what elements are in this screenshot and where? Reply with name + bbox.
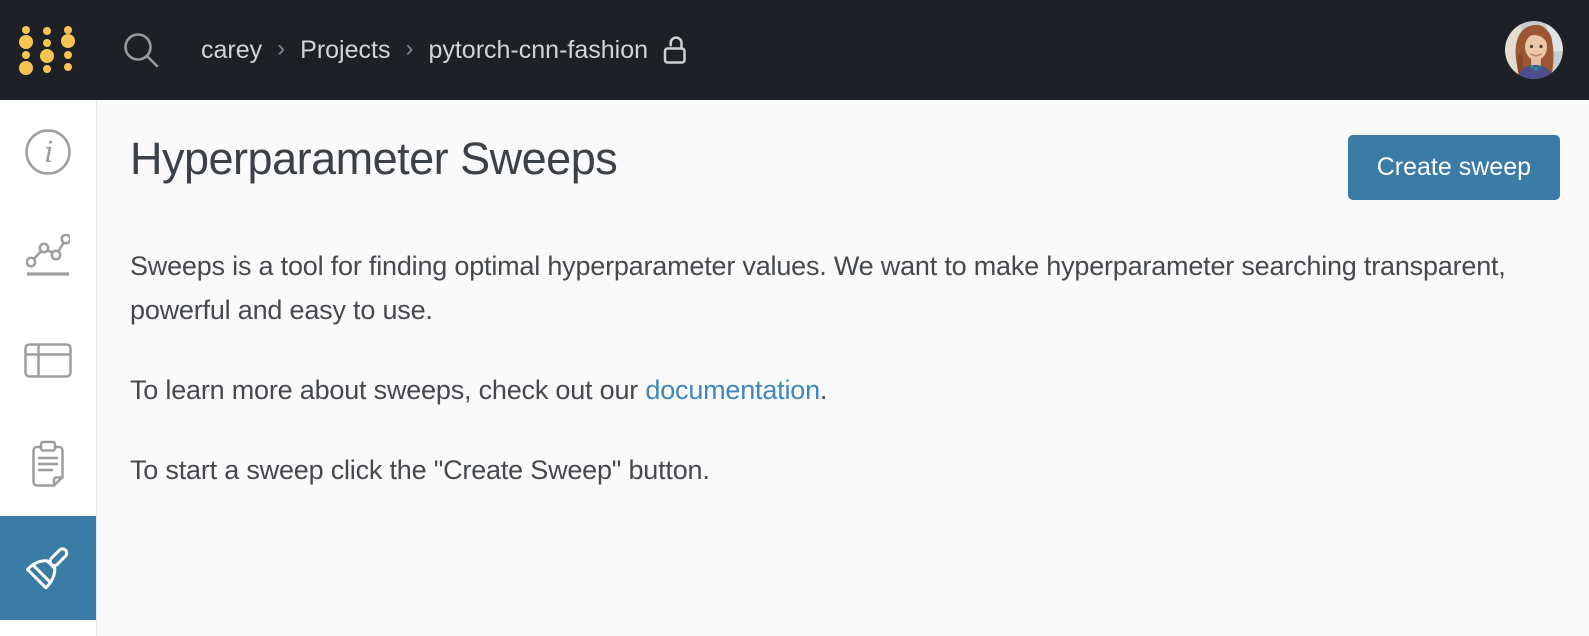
sidebar-item-overview[interactable]: i	[0, 100, 96, 204]
breadcrumb-separator: ›	[277, 35, 286, 62]
sidebar-item-charts[interactable]	[0, 204, 96, 308]
page-title: Hyperparameter Sweeps	[130, 133, 618, 184]
documentation-link[interactable]: documentation	[645, 375, 820, 405]
top-navbar: carey › Projects › pytorch-cnn-fashion	[0, 0, 1589, 100]
breadcrumb-user[interactable]: carey	[201, 36, 262, 65]
broom-icon	[25, 547, 69, 590]
line-chart-icon	[26, 234, 70, 276]
breadcrumb: carey › Projects › pytorch-cnn-fashion	[201, 34, 690, 66]
breadcrumb-projects[interactable]: Projects	[300, 36, 390, 65]
app-window: carey › Projects › pytorch-cnn-fashion i…	[0, 0, 1589, 636]
intro-paragraph: Sweeps is a tool for finding optimal hyp…	[130, 251, 1506, 325]
avatar-photo	[1505, 21, 1563, 79]
create-sweep-button[interactable]: Create sweep	[1347, 135, 1560, 200]
start-paragraph: To start a sweep click the "Create Sweep…	[130, 455, 710, 485]
wandb-logo-dots-icon	[19, 26, 75, 75]
docs-paragraph: To learn more about sweeps, check out ou…	[130, 368, 1540, 412]
svg-text:i: i	[44, 135, 53, 169]
info-icon: i	[25, 129, 71, 175]
sidebar: i	[0, 100, 97, 636]
clipboard-icon	[32, 440, 64, 487]
breadcrumb-separator: ›	[405, 35, 414, 62]
unlock-icon	[659, 34, 690, 66]
sidebar-item-sweeps[interactable]	[0, 516, 96, 620]
page-body: i Hyperparameter Sweeps Create sweep Swe…	[0, 100, 1589, 636]
main-content: Hyperparameter Sweeps Create sweep Sweep…	[97, 100, 1589, 636]
docs-text-prefix: To learn more about sweeps, check out ou…	[130, 375, 646, 405]
search-icon[interactable]	[119, 28, 163, 72]
docs-text-suffix: .	[819, 375, 828, 405]
sidebar-item-notes[interactable]	[0, 412, 96, 516]
sidebar-item-table[interactable]	[0, 308, 96, 412]
avatar[interactable]	[1505, 21, 1563, 79]
breadcrumb-project[interactable]: pytorch-cnn-fashion	[428, 36, 648, 65]
table-icon	[24, 342, 72, 378]
content-header: Hyperparameter Sweeps Create sweep	[130, 130, 1560, 200]
wandb-logo[interactable]	[17, 20, 77, 80]
